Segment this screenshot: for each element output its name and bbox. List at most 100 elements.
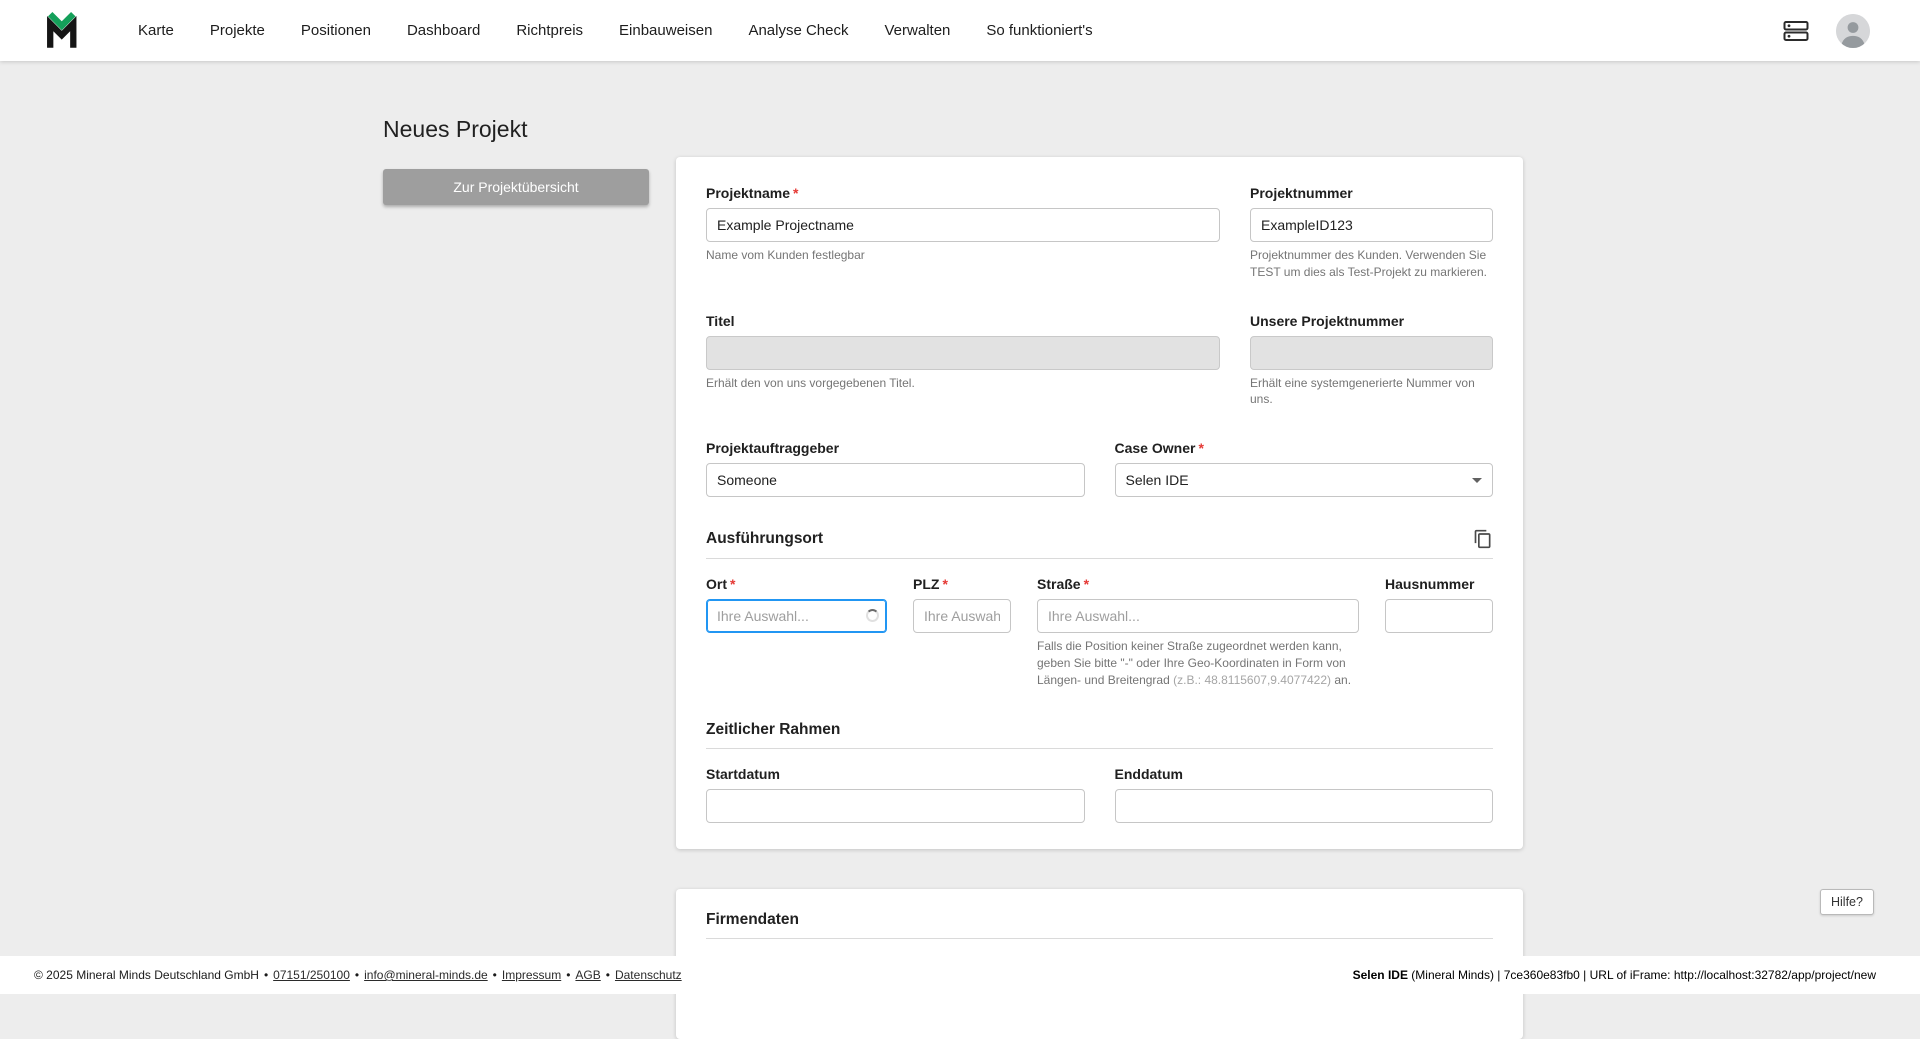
- help-button[interactable]: Hilfe?: [1820, 889, 1874, 915]
- main-nav: Karte Projekte Positionen Dashboard Rich…: [138, 22, 1093, 39]
- field-ort: Ort *: [706, 576, 887, 688]
- row-address: Ort* PLZ* Straße* Falls die Position kei…: [706, 576, 1493, 688]
- separator: •: [566, 968, 571, 982]
- chevron-down-icon: [1472, 477, 1482, 483]
- footer: © 2025 Mineral Minds Deutschland GmbH • …: [0, 956, 1920, 994]
- required-marker: *: [1198, 440, 1204, 457]
- footer-legal: © 2025 Mineral Minds Deutschland GmbH • …: [34, 968, 682, 982]
- session-user: Selen IDE: [1352, 968, 1408, 982]
- strasse-label: Straße *: [1037, 576, 1359, 592]
- enddatum-label: Enddatum: [1114, 765, 1183, 782]
- strasse-input[interactable]: [1037, 599, 1359, 634]
- session-details: (Mineral Minds) | 7ce360e83fb0 | URL of …: [1407, 968, 1876, 982]
- field-titel: Titel Erhält den von uns vorgegebenen Ti…: [706, 313, 1220, 409]
- enddatum-input[interactable]: [1114, 788, 1493, 823]
- footer-link-email[interactable]: info@mineral-minds.de: [364, 968, 488, 982]
- label-text: Case Owner: [1114, 440, 1196, 457]
- titel-input: [706, 335, 1220, 370]
- nav-item-dashboard[interactable]: Dashboard: [407, 22, 480, 39]
- mineral-minds-logo[interactable]: [46, 10, 88, 52]
- separator: •: [605, 968, 610, 982]
- projektnummer-label: Projektnummer: [1250, 185, 1353, 201]
- nav-item-analyse-check[interactable]: Analyse Check: [748, 22, 848, 39]
- footer-link-agb[interactable]: AGB: [575, 968, 600, 982]
- nav-item-verwalten[interactable]: Verwalten: [885, 22, 951, 39]
- titel-label: Titel: [706, 312, 735, 329]
- label-text: Ort: [706, 576, 727, 593]
- nav-item-positionen[interactable]: Positionen: [301, 22, 371, 39]
- row-dates: Startdatum Enddatum: [706, 766, 1493, 823]
- label-text: Straße: [1037, 576, 1081, 593]
- field-projektauftraggeber: Projektauftraggeber: [706, 440, 1085, 498]
- field-startdatum: Startdatum: [706, 766, 1085, 823]
- nav-item-so-funktionierts[interactable]: So funktioniert's: [986, 22, 1092, 39]
- footer-link-phone[interactable]: 07151/250100: [273, 968, 350, 982]
- ort-input[interactable]: [706, 599, 887, 634]
- hausnummer-input[interactable]: [1385, 599, 1493, 634]
- required-marker: *: [730, 576, 736, 593]
- unsere-projektnummer-label: Unsere Projektnummer: [1250, 312, 1405, 329]
- row-titel-unsere: Titel Erhält den von uns vorgegebenen Ti…: [706, 313, 1493, 409]
- projektname-label: Projektname *: [706, 185, 1220, 201]
- ausfuehrungsort-heading: Ausführungsort: [706, 530, 824, 548]
- strasse-helper: Falls die Position keiner Straße zugeord…: [1037, 638, 1359, 688]
- projektnummer-helper: Projektnummer des Kunden. Verwenden Sie …: [1250, 248, 1487, 279]
- project-form-card: Projektname* Name vom Kunden festlegbar …: [676, 157, 1523, 849]
- navbar-right: [1782, 13, 1870, 48]
- firmendaten-section-head: Firmendaten: [706, 911, 1493, 939]
- required-marker: *: [942, 576, 948, 593]
- navbar: Karte Projekte Positionen Dashboard Rich…: [0, 0, 1920, 61]
- footer-link-impressum[interactable]: Impressum: [502, 968, 561, 982]
- footer-session-info: Selen IDE (Mineral Minds) | 7ce360e83fb0…: [1353, 968, 1876, 982]
- projektname-helper: Name vom Kunden festlegbar: [706, 248, 865, 262]
- field-strasse: Straße* Falls die Position keiner Straße…: [1037, 576, 1359, 688]
- nav-item-richtpreis[interactable]: Richtpreis: [516, 22, 583, 39]
- helper-text-end: an.: [1331, 672, 1352, 687]
- startdatum-label: Startdatum: [706, 765, 780, 782]
- unsere-projektnummer-helper: Erhält eine systemgenerierte Nummer von …: [1250, 375, 1475, 407]
- person-icon: [1836, 13, 1870, 48]
- required-marker: *: [1083, 576, 1090, 593]
- case-owner-value: Selen IDE: [1125, 472, 1189, 489]
- logo-icon: [47, 11, 77, 48]
- separator: •: [354, 968, 360, 982]
- field-projektnummer: Projektnummer Projektnummer des Kunden. …: [1250, 185, 1493, 281]
- helper-example: (z.B.: 48.8115607,9.4077422): [1173, 672, 1332, 687]
- field-plz: PLZ *: [913, 576, 1011, 688]
- projektauftraggeber-label: Projektauftraggeber: [706, 440, 840, 457]
- field-projektname: Projektname* Name vom Kunden festlegbar: [706, 185, 1220, 281]
- projektname-input[interactable]: [706, 208, 1220, 242]
- titel-helper: Erhält den von uns vorgegebenen Titel.: [706, 375, 915, 390]
- field-enddatum: Enddatum: [1114, 765, 1493, 823]
- field-case-owner: Case Owner * Selen IDE: [1114, 440, 1494, 498]
- nav-item-projekte[interactable]: Projekte: [210, 22, 265, 39]
- startdatum-input[interactable]: [706, 788, 1085, 823]
- nav-item-einbauweisen[interactable]: Einbauweisen: [619, 22, 712, 39]
- ort-label: Ort *: [706, 576, 887, 592]
- copyright-text: © 2025 Mineral Minds Deutschland GmbH: [34, 968, 259, 982]
- page-title: Neues Projekt: [383, 116, 528, 142]
- ausfuehrungsort-section-head: Ausführungsort: [706, 529, 1493, 560]
- projektnummer-input[interactable]: [1250, 208, 1493, 242]
- projektauftraggeber-input[interactable]: [706, 463, 1085, 498]
- nav-item-karte[interactable]: Karte: [138, 22, 174, 39]
- ort-input-wrap: [706, 599, 887, 634]
- required-marker: *: [793, 185, 799, 201]
- separator: •: [492, 968, 497, 982]
- field-unsere-projektnummer: Unsere Projektnummer Erhält eine systemg…: [1250, 313, 1493, 409]
- case-owner-label: Case Owner *: [1115, 440, 1494, 456]
- firmendaten-heading: Firmendaten: [706, 911, 800, 928]
- hausnummer-label: Hausnummer: [1385, 576, 1475, 593]
- avatar[interactable]: [1836, 13, 1870, 48]
- case-owner-select[interactable]: Selen IDE: [1114, 463, 1493, 498]
- project-overview-button[interactable]: Zur Projektübersicht: [383, 169, 649, 205]
- label-text: Projektname: [706, 185, 791, 201]
- label-text: PLZ: [913, 576, 940, 593]
- separator: •: [263, 968, 269, 982]
- zeitlicher-rahmen-section-head: Zeitlicher Rahmen: [706, 721, 1493, 749]
- plz-input[interactable]: [913, 599, 1011, 634]
- footer-link-datenschutz[interactable]: Datenschutz: [615, 968, 682, 982]
- copy-icon[interactable]: [1473, 529, 1493, 549]
- row-name-number: Projektname* Name vom Kunden festlegbar …: [706, 185, 1493, 281]
- server-icon[interactable]: [1782, 20, 1810, 42]
